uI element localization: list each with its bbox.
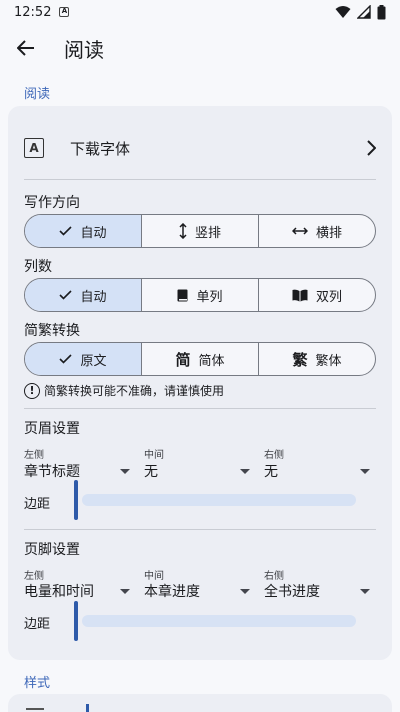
dropdown-caret-icon — [360, 589, 370, 594]
section-label-reading: 阅读 — [24, 87, 51, 102]
section-label-style: 样式 — [24, 676, 51, 691]
conversion-option-simplified[interactable]: 简 简体 — [142, 343, 259, 375]
dropdown-caret-icon — [240, 589, 250, 594]
download-font-row[interactable]: A 下载字体 — [8, 126, 392, 170]
direction-title: 写作方向 — [24, 195, 80, 211]
divider — [24, 179, 376, 180]
footer-margin-slider-track[interactable] — [82, 615, 356, 627]
direction-option-vertical[interactable]: 竖排 — [142, 215, 259, 247]
columns-option-double[interactable]: 双列 — [259, 279, 375, 311]
vertical-arrows-icon — [179, 223, 187, 239]
app-bar: 阅读 — [0, 24, 400, 72]
font-icon: A — [24, 138, 44, 158]
header-center-value: 无 — [144, 464, 158, 480]
simplified-glyph-icon: 简 — [175, 350, 191, 369]
conversion-option-label: 原文 — [80, 353, 107, 369]
columns-title: 列数 — [24, 259, 52, 275]
status-icons — [335, 4, 386, 20]
reading-settings-card: A 下载字体 写作方向 自动 竖排 横排 列数 自动 单列 双列 简繁转换 原文… — [8, 106, 392, 660]
chevron-right-icon — [367, 140, 376, 156]
footer-settings-title: 页脚设置 — [24, 542, 80, 558]
footer-left-value: 电量和时间 — [24, 584, 94, 600]
footer-left-label: 左侧 — [24, 571, 44, 582]
divider — [24, 529, 376, 530]
style-row-icon — [26, 708, 44, 710]
footer-center-label: 中间 — [144, 571, 164, 582]
horizontal-arrows-icon — [291, 227, 308, 235]
back-button[interactable] — [14, 36, 38, 60]
download-font-label: 下载字体 — [70, 139, 131, 158]
direction-option-label: 横排 — [315, 225, 342, 241]
dropdown-caret-icon — [120, 589, 130, 594]
columns-option-label: 自动 — [80, 289, 107, 305]
header-margin-slider-track[interactable] — [82, 494, 356, 506]
header-right-value: 无 — [264, 464, 278, 480]
conversion-title: 简繁转换 — [24, 323, 80, 339]
signal-icon — [357, 5, 371, 19]
check-icon — [59, 226, 73, 236]
header-right-dropdown[interactable]: 无 — [264, 461, 372, 481]
columns-option-label: 单列 — [196, 289, 223, 305]
traditional-glyph-icon: 繁 — [292, 350, 308, 369]
header-center-dropdown[interactable]: 无 — [144, 461, 252, 481]
header-center-label: 中间 — [144, 450, 164, 461]
page-title: 阅读 — [64, 37, 104, 62]
direction-option-label: 自动 — [80, 225, 107, 241]
arrow-back-icon — [17, 40, 34, 56]
header-left-dropdown[interactable]: 章节标题 — [24, 461, 132, 481]
conversion-warning: ! 简繁转换可能不准确，请谨慎使用 — [24, 382, 224, 399]
direction-option-label: 竖排 — [194, 225, 221, 241]
columns-segmented: 自动 单列 双列 — [24, 278, 376, 312]
wifi-icon — [335, 6, 351, 18]
footer-margin-slider-thumb[interactable] — [74, 601, 78, 641]
warning-icon: ! — [24, 382, 40, 399]
columns-option-auto[interactable]: 自动 — [25, 279, 142, 311]
direction-segmented: 自动 竖排 横排 — [24, 214, 376, 248]
conversion-option-traditional[interactable]: 繁 繁体 — [259, 343, 375, 375]
status-bar: 12:52 A — [0, 0, 400, 24]
header-settings-title: 页眉设置 — [24, 421, 80, 437]
footer-right-value: 全书进度 — [264, 584, 320, 600]
footer-right-dropdown[interactable]: 全书进度 — [264, 581, 372, 601]
header-left-value: 章节标题 — [24, 464, 80, 480]
status-time: 12:52 — [14, 4, 52, 20]
footer-margin-label: 边距 — [24, 617, 51, 632]
header-left-label: 左侧 — [24, 450, 44, 461]
header-right-label: 右侧 — [264, 450, 284, 461]
check-icon — [59, 354, 73, 364]
check-icon — [59, 290, 73, 300]
divider — [24, 408, 376, 409]
footer-left-dropdown[interactable]: 电量和时间 — [24, 581, 132, 601]
direction-option-horizontal[interactable]: 横排 — [259, 215, 375, 247]
columns-option-label: 双列 — [315, 289, 342, 305]
conversion-segmented: 原文 简 简体 繁 繁体 — [24, 342, 376, 376]
dropdown-caret-icon — [360, 469, 370, 474]
battery-icon — [377, 4, 386, 19]
conversion-option-label: 繁体 — [315, 353, 342, 369]
conversion-option-original[interactable]: 原文 — [25, 343, 142, 375]
conversion-warning-text: 简繁转换可能不准确，请谨慎使用 — [44, 384, 225, 398]
notification-icon: A — [59, 7, 70, 17]
direction-option-auto[interactable]: 自动 — [25, 215, 142, 247]
footer-center-dropdown[interactable]: 本章进度 — [144, 581, 252, 601]
dropdown-caret-icon — [240, 469, 250, 474]
style-settings-card — [8, 694, 392, 712]
header-margin-slider-thumb[interactable] — [74, 480, 78, 520]
footer-center-value: 本章进度 — [144, 584, 200, 600]
dropdown-caret-icon — [120, 469, 130, 474]
open-book-icon — [292, 289, 308, 301]
header-margin-label: 边距 — [24, 497, 51, 512]
conversion-option-label: 简体 — [198, 353, 225, 369]
style-slider-thumb[interactable] — [86, 704, 89, 712]
single-book-icon — [177, 289, 188, 301]
columns-option-single[interactable]: 单列 — [142, 279, 259, 311]
footer-right-label: 右侧 — [264, 571, 284, 582]
